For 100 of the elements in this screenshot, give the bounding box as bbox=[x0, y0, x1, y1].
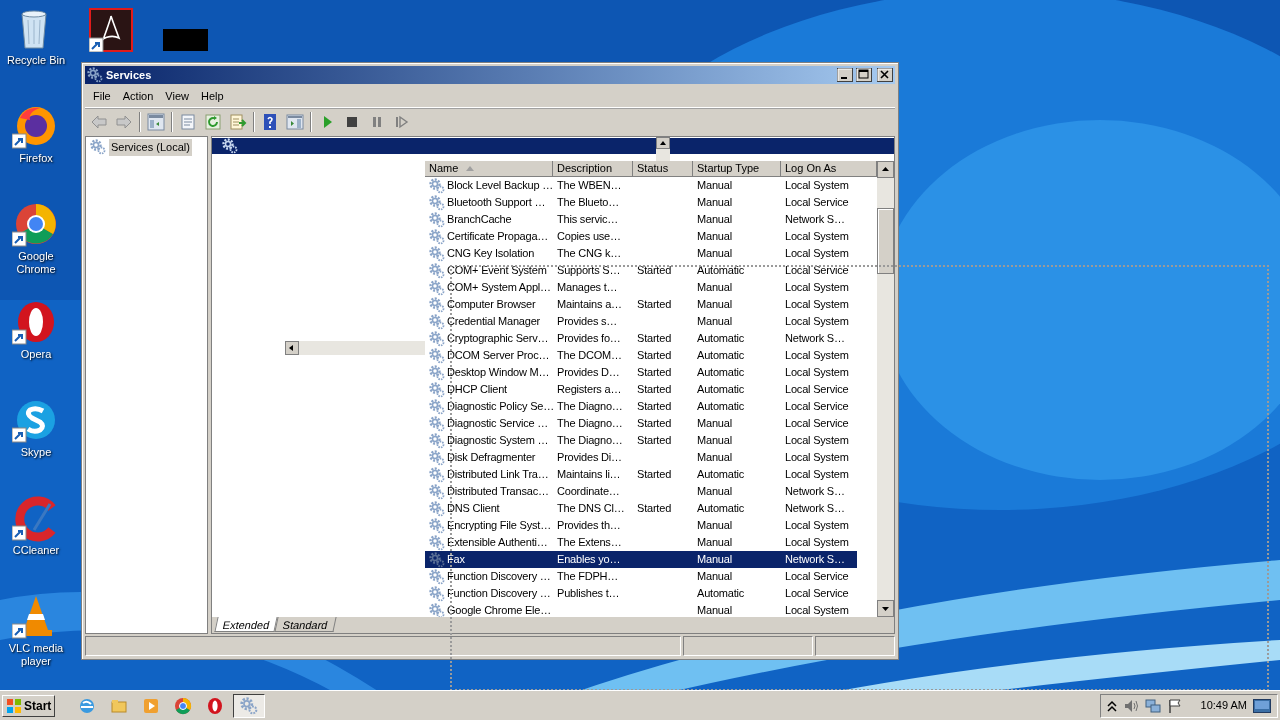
table-cell-text: Automatic bbox=[697, 365, 745, 381]
table-row[interactable]: Certificate Propaga… Copies use… Manual Local System bbox=[425, 228, 857, 245]
menu-item[interactable]: View bbox=[159, 88, 195, 105]
table-cell-text: Started bbox=[637, 348, 672, 364]
scroll-up-button[interactable] bbox=[877, 161, 894, 178]
close-button[interactable] bbox=[877, 68, 893, 82]
table-row[interactable]: Block Level Backup … The WBEN… Manual Local System bbox=[425, 177, 857, 194]
taskbar-button[interactable] bbox=[233, 693, 266, 718]
table-row[interactable]: CNG Key Isolation The CNG k… Manual Local System bbox=[425, 245, 857, 262]
table-row[interactable]: Disk Defragmenter Provides Di… Manual Local System bbox=[425, 449, 857, 466]
scroll-up-button[interactable] bbox=[656, 137, 670, 149]
column-header[interactable]: Description bbox=[553, 161, 633, 177]
table-row[interactable]: COM+ System Appl… Manages t… Manual Local System bbox=[425, 279, 857, 296]
table-cell-text: Local System bbox=[785, 229, 849, 245]
table-cell-text: Copies use… bbox=[557, 229, 621, 245]
table-cell-text: Provides D… bbox=[557, 365, 620, 381]
column-header[interactable]: Startup Type bbox=[693, 161, 781, 177]
table-cell-text: The FDPH… bbox=[557, 569, 619, 585]
desktop-icon-label[interactable]: CCleaner bbox=[12, 544, 60, 557]
table-row[interactable]: Diagnostic Service … The Diagno… Started Manual Local Service bbox=[425, 415, 857, 432]
desktop-icon-label[interactable]: Google Chrome bbox=[0, 250, 72, 276]
table-cell-text: Local System bbox=[785, 450, 849, 466]
table-row[interactable]: DCOM Server Proc… The DCOM… Started Automatic Local System bbox=[425, 347, 857, 364]
table-cell-text: Automatic bbox=[697, 263, 745, 279]
tree-item[interactable]: Services (Local) bbox=[109, 139, 192, 156]
network-icon[interactable] bbox=[1144, 697, 1161, 714]
column-header[interactable]: Log On As bbox=[781, 161, 877, 177]
menu-item[interactable]: File bbox=[87, 88, 117, 105]
table-cell-text: Local System bbox=[785, 365, 849, 381]
media-player-icon bbox=[142, 696, 161, 715]
table-cell-text: Manual bbox=[697, 416, 732, 432]
gear-icon bbox=[429, 245, 445, 262]
table-cell-text: Coordinate… bbox=[557, 484, 620, 500]
table-cell-text: Diagnostic System … bbox=[447, 433, 549, 449]
help-icon[interactable] bbox=[261, 112, 279, 131]
table-row[interactable]: BranchCache This servic… Manual Network S… bbox=[425, 211, 857, 228]
table-cell-text: Network S… bbox=[785, 212, 845, 228]
table-row[interactable]: DHCP Client Registers a… Started Automatic Local Service bbox=[425, 381, 857, 398]
table-row[interactable]: Distributed Transac… Coordinate… Manual Network S… bbox=[425, 483, 857, 500]
start-button[interactable]: Start bbox=[2, 694, 56, 717]
show-desktop-icon[interactable] bbox=[1253, 698, 1271, 713]
table-row[interactable]: Credential Manager Provides s… Manual Local System bbox=[425, 313, 857, 330]
table-cell-text: Network S… bbox=[785, 552, 845, 568]
table-row[interactable]: Cryptographic Serv… Provides fo… Started Automatic Network S… bbox=[425, 330, 857, 347]
clock[interactable]: 10:49 AM bbox=[1200, 697, 1247, 714]
scrollbar-thumb[interactable] bbox=[877, 208, 894, 274]
table-cell-text: Disk Defragmenter bbox=[447, 450, 536, 466]
table-cell-text: The DCOM… bbox=[557, 348, 622, 364]
redacted-block bbox=[163, 29, 208, 51]
column-header[interactable]: Status bbox=[633, 161, 693, 177]
table-row[interactable]: Diagnostic System … The Diagno… Started Manual Local System bbox=[425, 432, 857, 449]
export-list-icon[interactable] bbox=[229, 112, 247, 131]
refresh-icon[interactable] bbox=[204, 112, 222, 131]
column-title: Log On As bbox=[785, 161, 837, 177]
table-cell-text: Local Service bbox=[785, 569, 849, 585]
console-tree-icon[interactable] bbox=[147, 112, 165, 131]
menu-item[interactable]: Help bbox=[194, 88, 230, 105]
table-cell-text: Local System bbox=[785, 518, 849, 534]
table-cell-text: CNG Key Isolation bbox=[447, 246, 535, 262]
table-cell-text: DHCP Client bbox=[447, 382, 507, 398]
table-cell-text: Enables yo… bbox=[557, 552, 621, 568]
desktop-icon-label[interactable]: Recycle Bin bbox=[6, 54, 66, 67]
desktop-icon-label[interactable]: Opera bbox=[20, 348, 52, 361]
desktop-icon-label[interactable]: Skype bbox=[20, 446, 52, 459]
maximize-button[interactable] bbox=[856, 68, 872, 82]
desktop-icon-label[interactable]: Firefox bbox=[19, 152, 53, 165]
table-row[interactable]: Bluetooth Support … The Blueto… Manual Local Service bbox=[425, 194, 857, 211]
table-cell-text: Local System bbox=[785, 314, 849, 330]
scroll-down-button[interactable] bbox=[877, 600, 894, 617]
table-row[interactable]: Google Chrome Ele… Manual Local System bbox=[425, 602, 857, 617]
flag-icon[interactable] bbox=[1166, 697, 1183, 714]
sort-arrow-icon bbox=[466, 166, 475, 171]
table-row[interactable]: Fax Enables yo… Manual Network S… bbox=[425, 551, 857, 568]
column-header[interactable]: Name bbox=[425, 161, 553, 177]
table-cell-text: Diagnostic Policy Se… bbox=[447, 399, 555, 415]
table-row[interactable]: Extensible Authenti… The Extens… Manual Local System bbox=[425, 534, 857, 551]
table-row[interactable]: Diagnostic Policy Se… The Diagno… Started Automatic Local Service bbox=[425, 398, 857, 415]
desktop-icon-label[interactable]: VLC media player bbox=[0, 642, 72, 668]
minimize-button[interactable] bbox=[837, 68, 853, 82]
pdf-shortcut-icon[interactable] bbox=[89, 8, 133, 52]
scroll-left-button[interactable] bbox=[285, 341, 299, 355]
table-cell-text: Provides s… bbox=[557, 314, 618, 330]
table-row[interactable]: DNS Client The DNS Cl… Started Automatic Network S… bbox=[425, 500, 857, 517]
table-cell-text: Manual bbox=[697, 280, 732, 296]
table-row[interactable]: Function Discovery … The FDPH… Manual Local Service bbox=[425, 568, 857, 585]
view-tab[interactable]: Standard bbox=[274, 617, 337, 632]
gear-icon bbox=[429, 568, 445, 585]
table-row[interactable]: Function Discovery … Publishes t… Automatic Local Service bbox=[425, 585, 857, 602]
action-pane-icon[interactable] bbox=[286, 112, 304, 131]
table-cell-text: Started bbox=[637, 382, 672, 398]
table-cell-text: Function Discovery … bbox=[447, 569, 551, 585]
gear-icon bbox=[429, 194, 445, 211]
view-tab[interactable]: Extended bbox=[214, 617, 279, 632]
table-row[interactable]: Computer Browser Maintains a… Started Manual Local System bbox=[425, 296, 857, 313]
table-cell-text: The Blueto… bbox=[557, 195, 619, 211]
chevron-up-icon[interactable] bbox=[1106, 698, 1117, 713]
table-row[interactable]: Distributed Link Tra… Maintains li… Started Automatic Local System bbox=[425, 466, 857, 483]
table-row[interactable]: Desktop Window M… Provides D… Started Automatic Local System bbox=[425, 364, 857, 381]
menu-item[interactable]: Action bbox=[116, 88, 160, 105]
table-row[interactable]: Encrypting File Syst… Provides th… Manual Local System bbox=[425, 517, 857, 534]
